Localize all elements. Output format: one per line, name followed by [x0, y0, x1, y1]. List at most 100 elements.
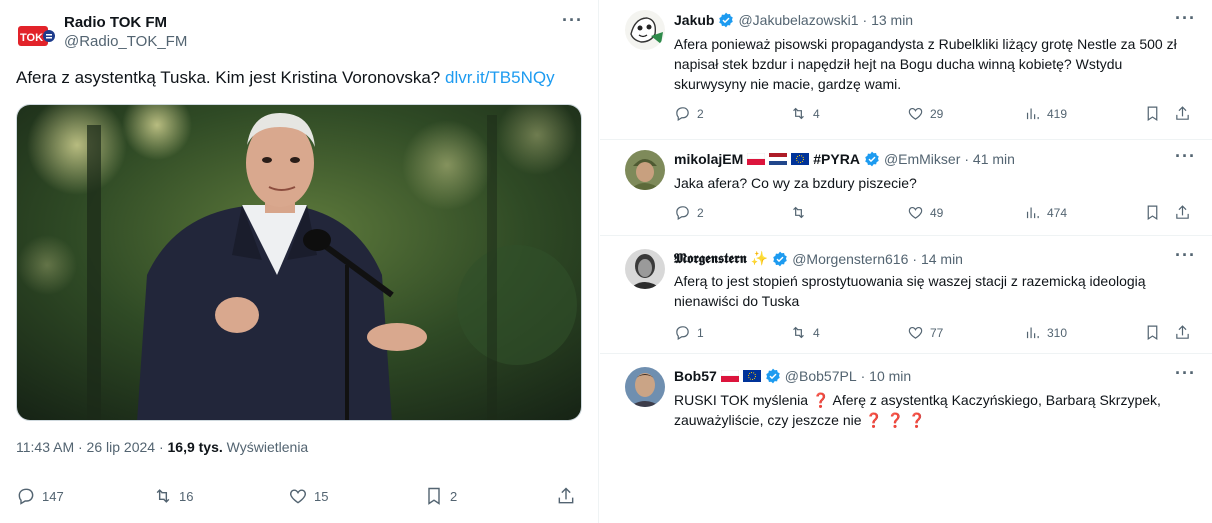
verified-badge-icon: [719, 12, 734, 28]
like-count: 15: [314, 488, 329, 504]
reply-button[interactable]: 147: [16, 486, 64, 506]
more-options-icon[interactable]: ···: [1175, 8, 1196, 29]
tweet-meta: 11:43 AM · 26 lip 2024 · 16,9 tys. Wyświ…: [16, 439, 308, 455]
flag-poland-icon: [747, 153, 766, 165]
share-button[interactable]: [1174, 105, 1191, 122]
more-options-icon[interactable]: ···: [562, 10, 583, 31]
author-handle[interactable]: @Radio_TOK_FM: [64, 33, 187, 50]
repost-icon: [793, 206, 804, 219]
reply-button[interactable]: 2: [674, 105, 704, 122]
reply-button[interactable]: 1: [674, 324, 704, 341]
soldier-avatar-icon: [625, 150, 665, 190]
verified-badge-icon: [773, 251, 787, 266]
bookmark-button[interactable]: [1144, 324, 1161, 341]
reply-icon: [676, 206, 689, 220]
views-count: 310: [1047, 325, 1068, 340]
reply-item[interactable]: Jakub @Jakubelazowski1 · 13 min ··· Afer…: [600, 0, 1212, 140]
views-count: 419: [1047, 106, 1068, 121]
avatar[interactable]: [625, 10, 665, 50]
reply-author-name[interactable]: mikolajEM: [674, 151, 743, 167]
reply-author-handle[interactable]: @Morgenstern616: [792, 251, 908, 267]
repost-count: 16: [179, 488, 194, 504]
reply-button[interactable]: 2: [674, 204, 704, 221]
verified-badge-icon: [865, 151, 879, 167]
reply-timestamp[interactable]: · 10 min: [861, 368, 912, 384]
bookmark-icon: [1147, 106, 1158, 122]
reply-author-handle[interactable]: @Bob57PL: [785, 368, 857, 384]
reply-item[interactable]: 𝕸𝖔𝖗𝖌𝖊𝖓𝖘𝖙𝖊𝖗𝖓 ✨ @Morgenstern616 · 14 min ·…: [600, 236, 1212, 354]
reply-author-handle[interactable]: @Jakubelazowski1: [738, 12, 858, 28]
tweet-body: Afera z asystentką Tuska. Kim jest Krist…: [16, 68, 441, 87]
views-chart-icon: [1026, 207, 1039, 219]
share-button[interactable]: [1174, 204, 1191, 221]
meme-face-avatar-icon: [625, 10, 665, 50]
views-count: 474: [1047, 205, 1068, 220]
share-button[interactable]: [556, 486, 576, 506]
tweet-photo[interactable]: [16, 104, 582, 421]
repost-icon: [156, 489, 170, 503]
bookmark-button[interactable]: [1144, 204, 1161, 221]
reply-timestamp[interactable]: · 41 min: [964, 151, 1015, 167]
like-button[interactable]: 15: [288, 486, 328, 506]
repost-button[interactable]: 4: [790, 105, 820, 122]
reply-count: 1: [697, 325, 704, 340]
views-button[interactable]: 419: [1024, 105, 1067, 122]
reply-author-name[interactable]: Bob57: [674, 368, 717, 384]
repost-count: 4: [813, 325, 820, 340]
repost-button[interactable]: [790, 204, 813, 221]
reply-count: 2: [697, 106, 704, 121]
bw-portrait-avatar-icon: [625, 249, 665, 289]
views-button[interactable]: 310: [1024, 324, 1067, 341]
repost-count: 4: [813, 106, 820, 121]
views-count: 16,9 tys.: [167, 439, 223, 455]
bookmark-count: 2: [450, 488, 458, 504]
reply-item[interactable]: Bob57 @Bob57PL · 10 min ··· RUSKI TOK my…: [600, 354, 1212, 523]
like-button[interactable]: 49: [907, 204, 943, 221]
like-count: 29: [930, 106, 944, 121]
more-options-icon[interactable]: ···: [1175, 146, 1196, 167]
repost-button[interactable]: 4: [790, 324, 820, 341]
tweet-timestamp[interactable]: 11:43 AM · 26 lip 2024 ·: [16, 439, 168, 455]
share-icon: [558, 487, 574, 504]
svg-text:TOK: TOK: [20, 32, 43, 44]
radio-tok-fm-avatar[interactable]: TOK: [16, 16, 56, 56]
reply-author-name[interactable]: 𝕸𝖔𝖗𝖌𝖊𝖓𝖘𝖙𝖊𝖗𝖓: [674, 251, 747, 267]
avatar[interactable]: [625, 249, 665, 289]
reply-item[interactable]: mikolajEM #PYRA @EmMikser · 41 min ··· J…: [600, 140, 1212, 236]
verified-badge-icon: [766, 368, 780, 384]
heart-icon: [908, 206, 923, 219]
reply-icon: [676, 107, 689, 121]
reply-text: Aferą to jest stopień sprostytuowania si…: [674, 273, 1146, 309]
like-count: 77: [930, 325, 944, 340]
bookmark-button[interactable]: [1144, 105, 1161, 122]
more-options-icon[interactable]: ···: [1175, 245, 1196, 266]
author-name[interactable]: Radio TOK FM: [64, 14, 187, 31]
bookmark-button[interactable]: 2: [424, 486, 457, 506]
views-button[interactable]: 474: [1024, 204, 1067, 221]
like-button[interactable]: 29: [907, 105, 943, 122]
reply-count: 147: [42, 488, 64, 504]
man-portrait-avatar-icon: [625, 367, 665, 407]
avatar[interactable]: [625, 367, 665, 407]
reply-icon: [676, 326, 689, 340]
share-icon: [1176, 106, 1189, 120]
share-button[interactable]: [1174, 324, 1191, 341]
reply-author-handle[interactable]: @EmMikser: [884, 151, 960, 167]
repost-button[interactable]: 16: [153, 486, 193, 506]
views-label: Wyświetlenia: [222, 439, 309, 455]
tweet-link[interactable]: dlvr.it/TB5NQy: [445, 68, 555, 87]
reply-timestamp[interactable]: · 14 min: [912, 251, 963, 267]
main-tweet: TOK Radio TOK FM @Radio_TOK_FM ··· Afera…: [0, 0, 599, 523]
views-chart-icon: [1026, 108, 1039, 120]
screen: TOK Radio TOK FM @Radio_TOK_FM ··· Afera…: [0, 0, 1212, 523]
more-options-icon[interactable]: ···: [1175, 363, 1196, 384]
avatar[interactable]: [625, 150, 665, 190]
reply-author-name-suffix: #PYRA: [813, 151, 860, 167]
reply-timestamp[interactable]: · 13 min: [863, 12, 914, 28]
red-question-marks-icon: ❓ ❓ ❓: [865, 412, 926, 428]
reply-count: 2: [697, 205, 704, 220]
reply-icon: [18, 488, 34, 505]
heart-icon: [908, 107, 923, 120]
reply-author-name[interactable]: Jakub: [674, 12, 714, 28]
like-button[interactable]: 77: [907, 324, 943, 341]
